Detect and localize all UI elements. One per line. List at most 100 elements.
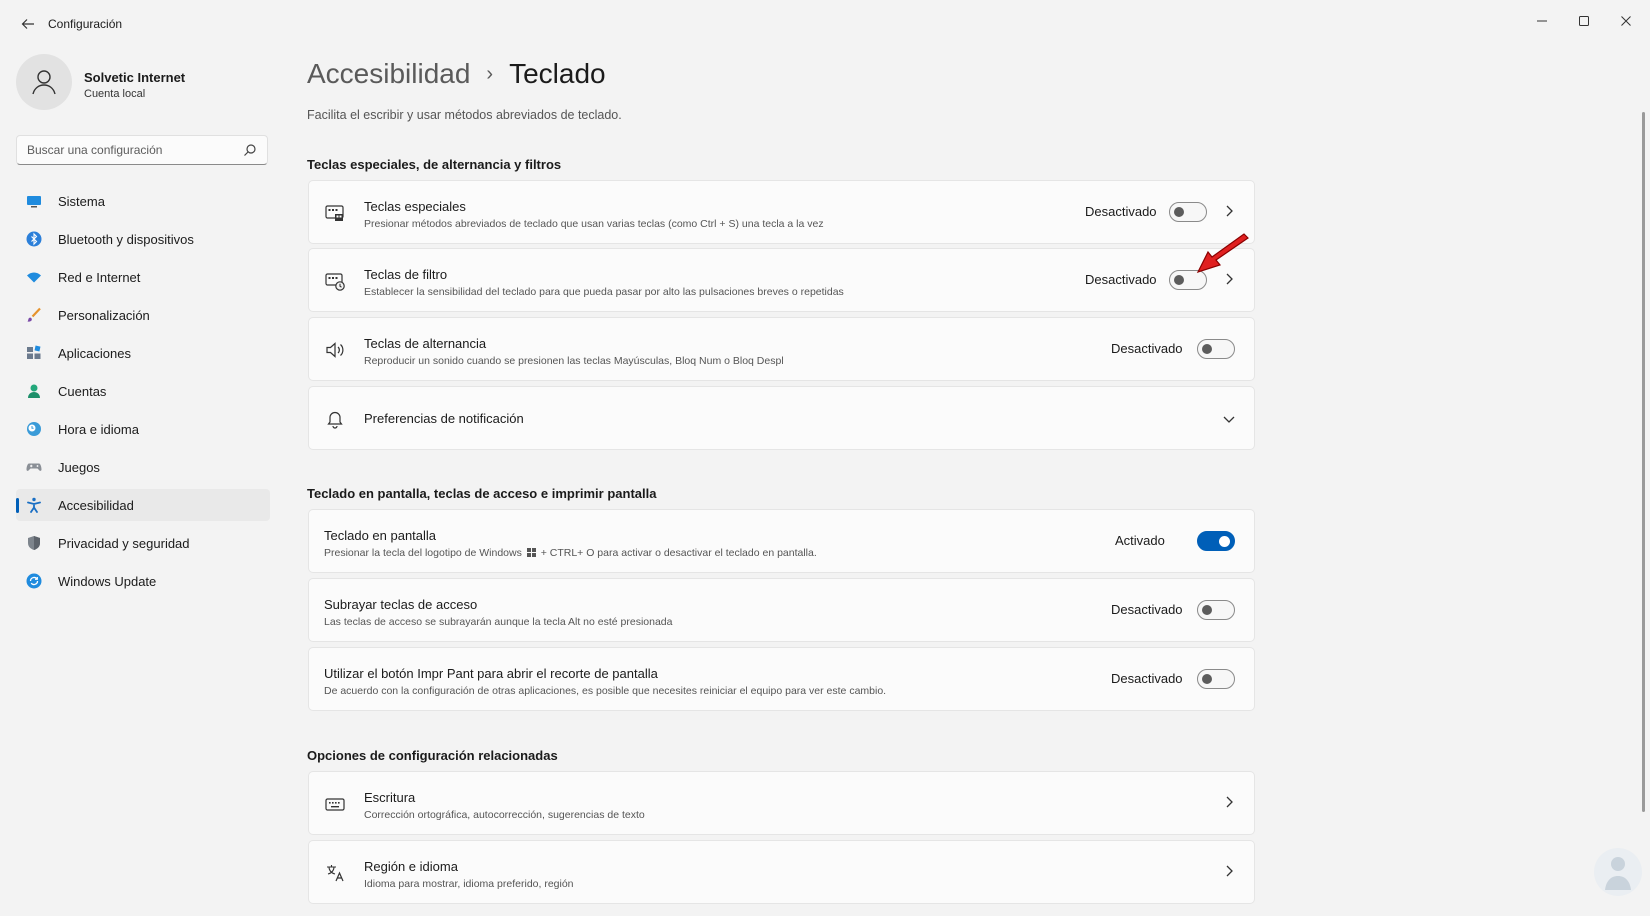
print-screen-toggle[interactable] <box>1197 669 1235 689</box>
bell-icon <box>327 411 343 429</box>
maximize-button[interactable] <box>1562 6 1606 36</box>
sidebar-nav: Sistema Bluetooth y dispositivos Red e I… <box>16 185 270 603</box>
section-title-related: Opciones de configuración relacionadas <box>307 748 558 763</box>
underline-access-keys-toggle[interactable] <box>1197 600 1235 620</box>
setting-toggle-keys[interactable]: Teclas de alternancia Reproducir un soni… <box>308 317 1255 381</box>
toggle-state-label: Desactivado <box>1111 602 1183 617</box>
bluetooth-icon <box>26 231 42 247</box>
setting-title: Teclas especiales <box>364 199 466 214</box>
chevron-right-icon[interactable] <box>1221 203 1237 219</box>
section-title-special-keys: Teclas especiales, de alternancia y filt… <box>307 157 562 172</box>
watermark-person-icon <box>1605 857 1631 890</box>
setting-title: Escritura <box>364 790 416 805</box>
wifi-icon <box>27 272 41 283</box>
setting-description: Las teclas de acceso se subrayarán aunqu… <box>324 616 673 628</box>
setting-description: Establecer la sensibilidad del teclado p… <box>364 286 844 298</box>
speaker-icon <box>326 342 344 358</box>
setting-description: Presionar métodos abreviados de teclado … <box>364 218 824 230</box>
user-name: Solvetic Internet <box>84 70 186 85</box>
onscreen-keyboard-toggle[interactable] <box>1197 531 1235 551</box>
page-title: Teclado <box>509 58 606 89</box>
title-bar: Configuración <box>0 0 1650 48</box>
avatar <box>16 54 72 110</box>
sidebar-item-label: Cuentas <box>58 383 107 399</box>
annotation-arrow-icon <box>1196 233 1249 274</box>
close-button[interactable] <box>1604 6 1648 36</box>
sidebar-item-label: Personalización <box>58 307 150 323</box>
watermark-logo-icon <box>1594 848 1642 896</box>
sidebar-item-label: Sistema <box>58 193 105 209</box>
person-icon <box>32 70 56 95</box>
minimize-icon <box>1537 20 1547 22</box>
toggle-knob <box>1202 674 1212 684</box>
sidebar-item-label: Aplicaciones <box>58 345 131 361</box>
app-title: Configuración <box>48 17 123 31</box>
setting-notification-preferences[interactable]: Preferencias de notificación <box>308 386 1255 450</box>
maximize-icon <box>1579 16 1589 26</box>
sidebar-item-juegos[interactable]: Juegos <box>16 451 270 483</box>
search-input[interactable] <box>25 142 239 158</box>
page-description: Facilita el escribir y usar métodos abre… <box>307 108 622 122</box>
section-title-onscreen-keyboard: Teclado en pantalla, teclas de acceso e … <box>307 486 657 501</box>
sidebar-item-windows-update[interactable]: Windows Update <box>16 565 270 597</box>
setting-description: Idioma para mostrar, idioma preferido, r… <box>364 878 574 890</box>
toggle-state-label: Activado <box>1115 533 1165 548</box>
monitor-icon <box>27 196 41 208</box>
user-profile[interactable]: Solvetic Internet Cuenta local <box>16 54 266 112</box>
sidebar-item-accesibilidad[interactable]: Accesibilidad <box>16 489 270 521</box>
sidebar-item-label: Privacidad y seguridad <box>58 535 190 551</box>
language-icon <box>327 865 344 882</box>
description-part: Presionar la tecla del logotipo de Windo… <box>324 547 522 559</box>
sidebar-item-privacidad[interactable]: Privacidad y seguridad <box>16 527 270 559</box>
minimize-button[interactable] <box>1520 6 1564 36</box>
sidebar-item-cuentas[interactable]: Cuentas <box>16 375 270 407</box>
account-type: Cuenta local <box>84 88 146 100</box>
search-icon[interactable] <box>243 143 257 157</box>
sidebar-item-hora[interactable]: Hora e idioma <box>16 413 270 445</box>
chevron-down-icon[interactable] <box>1221 411 1237 427</box>
setting-description: Presionar la tecla del logotipo de Windo… <box>324 547 817 559</box>
windows-logo-icon <box>526 548 536 557</box>
search-box[interactable] <box>16 135 268 165</box>
sidebar-item-label: Bluetooth y dispositivos <box>58 231 194 247</box>
sticky-keys-toggle[interactable] <box>1169 202 1207 222</box>
sidebar-item-sistema[interactable]: Sistema <box>16 185 270 217</box>
chevron-right-icon[interactable] <box>1221 863 1237 879</box>
setting-title: Preferencias de notificación <box>364 411 524 426</box>
chevron-right-icon[interactable] <box>1221 794 1237 810</box>
breadcrumb: Accesibilidad › Teclado <box>307 54 606 94</box>
filter-keys-icon <box>325 273 345 291</box>
toggle-keys-toggle[interactable] <box>1197 339 1235 359</box>
gamepad-icon <box>26 463 42 471</box>
setting-title: Subrayar teclas de acceso <box>324 597 478 612</box>
setting-filter-keys[interactable]: Teclas de filtro Establecer la sensibili… <box>308 248 1255 312</box>
setting-region-language[interactable]: Región e idioma Idioma para mostrar, idi… <box>308 840 1255 904</box>
sidebar-item-bluetooth[interactable]: Bluetooth y dispositivos <box>16 223 270 255</box>
setting-title: Utilizar el botón Impr Pant para abrir e… <box>324 666 658 681</box>
sticky-keys-icon <box>325 205 344 221</box>
setting-underline-access-keys[interactable]: Subrayar teclas de acceso Las teclas de … <box>308 578 1255 642</box>
sidebar-item-label: Hora e idioma <box>58 421 139 437</box>
sidebar-item-red[interactable]: Red e Internet <box>16 261 270 293</box>
setting-onscreen-keyboard[interactable]: Teclado en pantalla Presionar la tecla d… <box>308 509 1255 573</box>
close-icon <box>1621 16 1631 26</box>
person-icon <box>28 384 40 398</box>
update-icon <box>26 573 42 589</box>
accessibility-icon <box>27 497 41 513</box>
setting-typing[interactable]: Escritura Corrección ortográfica, autoco… <box>308 771 1255 835</box>
apps-icon <box>27 345 41 359</box>
setting-title: Teclado en pantalla <box>324 528 437 543</box>
breadcrumb-parent[interactable]: Accesibilidad <box>307 58 470 90</box>
setting-print-screen[interactable]: Utilizar el botón Impr Pant para abrir e… <box>308 647 1255 711</box>
toggle-knob <box>1202 605 1212 615</box>
sidebar-item-personalizacion[interactable]: Personalización <box>16 299 270 331</box>
sidebar-item-aplicaciones[interactable]: Aplicaciones <box>16 337 270 369</box>
back-button[interactable] <box>14 12 42 36</box>
setting-sticky-keys[interactable]: Teclas especiales Presionar métodos abre… <box>308 180 1255 244</box>
setting-description: Reproducir un sonido cuando se presionen… <box>364 355 784 367</box>
scrollbar[interactable] <box>1642 112 1645 812</box>
sidebar-item-label: Windows Update <box>58 573 157 589</box>
setting-title: Región e idioma <box>364 859 458 874</box>
clock-globe-icon <box>27 422 41 436</box>
sidebar-item-label: Red e Internet <box>58 269 141 285</box>
